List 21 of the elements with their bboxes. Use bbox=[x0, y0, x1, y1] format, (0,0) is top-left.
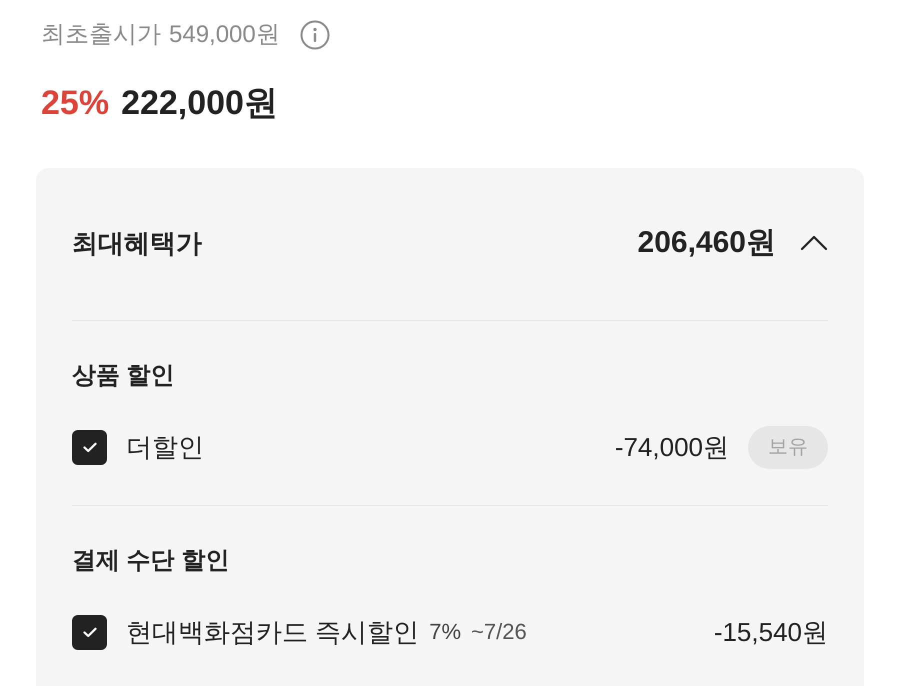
discount-name: 더할인 bbox=[126, 431, 204, 464]
info-icon[interactable] bbox=[300, 20, 330, 50]
discount-name: 현대백화점카드 즉시할인 bbox=[126, 616, 420, 649]
owned-badge: 보유 bbox=[748, 426, 828, 468]
checkbox[interactable] bbox=[72, 430, 107, 464]
discount-amount: -15,540원 bbox=[714, 616, 828, 649]
sale-price: 222,000원 bbox=[121, 83, 278, 124]
discount-amount: -74,000원 bbox=[614, 431, 729, 464]
checkbox[interactable] bbox=[72, 614, 107, 650]
original-price-value: 549,000원 bbox=[169, 20, 280, 50]
benefit-price-total: 206,460원 bbox=[638, 225, 776, 261]
chevron-up-icon[interactable] bbox=[800, 235, 828, 251]
section-title: 상품 할인 bbox=[72, 361, 175, 391]
discount-period: ~7/26 bbox=[471, 618, 527, 646]
discount-rate-text: 7% bbox=[429, 618, 462, 646]
discount-rate: 25% bbox=[41, 83, 110, 124]
benefit-price-title: 최대혜택가 bbox=[72, 227, 202, 260]
section-title: 결제 수단 할인 bbox=[72, 546, 230, 576]
check-icon bbox=[82, 442, 96, 452]
original-price-label: 최초출시가 bbox=[41, 20, 161, 50]
check-icon bbox=[82, 626, 96, 638]
